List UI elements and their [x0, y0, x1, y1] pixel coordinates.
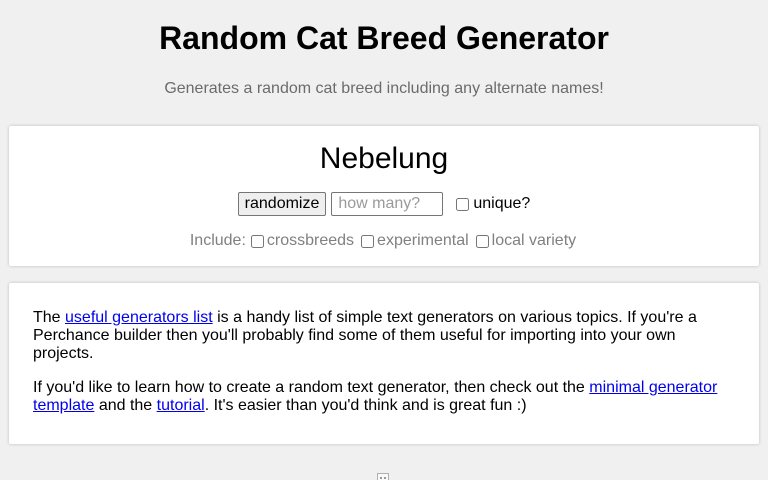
experimental-label: experimental [377, 232, 469, 249]
generator-controls: randomize unique? [9, 192, 759, 216]
include-options: Include: crossbreeds experimental local … [9, 232, 759, 250]
local-variety-label: local variety [491, 232, 577, 249]
text-span: If you'd like to learn how to create a r… [33, 379, 590, 396]
page-subtitle: Generates a random cat breed including a… [164, 80, 604, 97]
include-label: Include: [189, 232, 246, 249]
broken-image-icon [377, 473, 389, 480]
info-paragraph-1: The useful generators list is a handy li… [33, 309, 735, 363]
page: Random Cat Breed Generator Generates a r… [0, 0, 768, 480]
text-span: The [33, 309, 66, 326]
generated-breed: Nebelung [319, 142, 449, 175]
crossbreeds-label: crossbreeds [266, 232, 355, 249]
local-variety-checkbox[interactable] [475, 234, 489, 248]
experimental-checkbox[interactable] [361, 234, 375, 248]
crossbreeds-checkbox[interactable] [250, 234, 264, 248]
unique-label: unique? [473, 195, 531, 212]
text-span: . It's easier than you'd think and is gr… [204, 397, 527, 414]
useful-generators-link[interactable]: useful generators list [65, 309, 213, 326]
page-title: Random Cat Breed Generator [159, 20, 609, 56]
info-card: The useful generators list is a handy li… [9, 283, 759, 444]
randomize-button[interactable]: randomize [237, 192, 327, 216]
text-span: and the [94, 397, 157, 414]
generator-card: Nebelung randomize unique? Include: cros… [9, 126, 759, 266]
tutorial-link[interactable]: tutorial [157, 397, 205, 414]
unique-checkbox[interactable] [456, 197, 470, 211]
info-paragraph-2: If you'd like to learn how to create a r… [33, 379, 735, 415]
count-input[interactable] [331, 192, 444, 216]
